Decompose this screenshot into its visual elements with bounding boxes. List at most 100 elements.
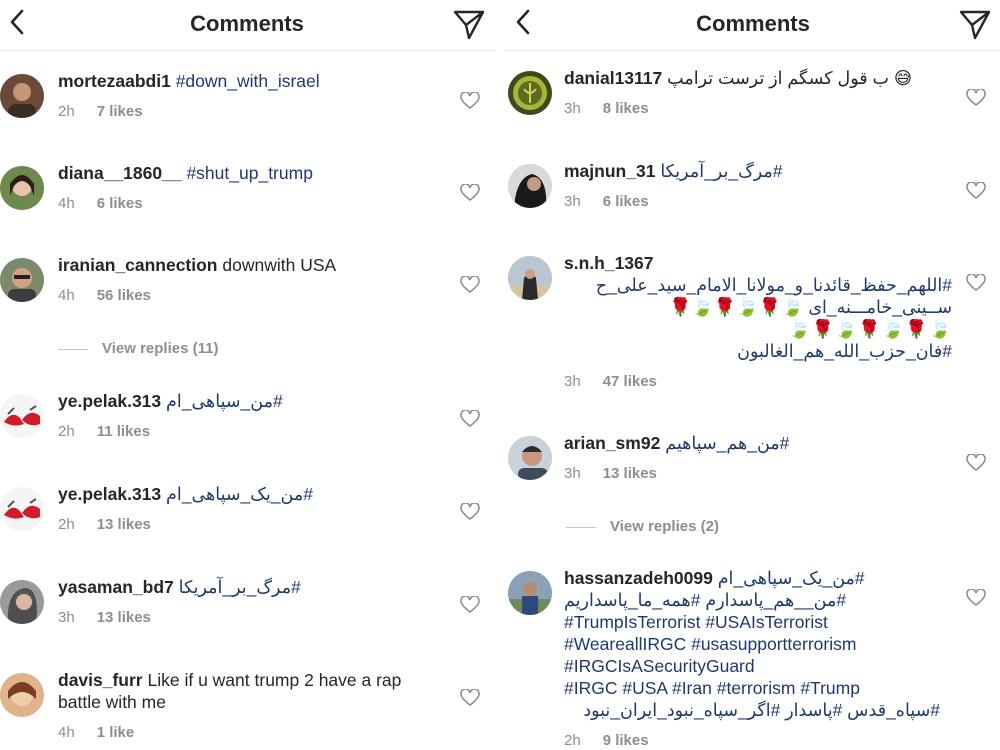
heart-icon[interactable] — [460, 92, 480, 110]
comment-meta: 3h 8 likes — [564, 98, 940, 120]
comment-body: ye.pelak.313 #من_سپاهی_ام 2h 11 likes — [58, 390, 434, 443]
heart-icon[interactable] — [460, 184, 480, 202]
comment-body: ye.pelak.313 #من_یک_سپاهی_ام 2h 13 likes — [58, 483, 434, 536]
comment-time: 3h — [564, 465, 581, 482]
comments-panel-left: Comments mortezaabdi1 #down_with_israel … — [0, 0, 494, 750]
avatar[interactable] — [508, 164, 552, 208]
heart-icon[interactable] — [460, 410, 480, 428]
comment-text-line[interactable]: #IRGC #USA #Iran #terrorism #Trump — [564, 677, 940, 699]
comment-text[interactable]: #من_یک_سپاهی_ام — [166, 484, 313, 504]
comment-time: 4h — [58, 724, 75, 741]
heart-icon[interactable] — [460, 596, 480, 614]
comment-username[interactable]: davis_furr — [58, 670, 143, 690]
comment-likes[interactable]: 6 likes — [97, 195, 143, 212]
comment-body: yasaman_bd7 #مرگ_بر_آمریکا 3h 13 likes — [58, 576, 434, 629]
comment-likes[interactable]: 8 likes — [603, 100, 649, 117]
comment-text: downwith USA — [222, 255, 337, 275]
comment-likes[interactable]: 13 likes — [97, 516, 151, 533]
avatar[interactable] — [508, 436, 552, 480]
heart-icon[interactable] — [460, 689, 480, 707]
comment-meta: 3h 6 likes — [564, 191, 940, 213]
comment-text[interactable]: #shut_up_trump — [186, 163, 312, 183]
heart-icon[interactable] — [966, 274, 986, 292]
comment-time: 4h — [58, 195, 75, 212]
avatar[interactable] — [0, 394, 44, 438]
heart-icon[interactable] — [966, 182, 986, 200]
view-replies-button[interactable]: View replies (11) — [58, 340, 218, 357]
comment-username[interactable]: hassanzadeh0099 — [564, 568, 713, 588]
comment-likes[interactable]: 9 likes — [603, 732, 649, 749]
comment-body: davis_furr Like if u want trump 2 have a… — [58, 669, 434, 744]
comment-likes[interactable]: 13 likes — [603, 465, 657, 482]
comment-text-line[interactable]: #فان_حزب_الله_هم_الغالبون — [564, 340, 952, 362]
comment-text[interactable]: #مرگ_بر_آمریکا — [179, 577, 301, 597]
comment-username[interactable]: ye.pelak.313 — [58, 391, 161, 411]
comment-likes[interactable]: 56 likes — [97, 287, 151, 304]
comment-text-line[interactable]: #WeareallIRGC #usasupportterrorism — [564, 633, 940, 655]
comment-username[interactable]: yasaman_bd7 — [58, 577, 174, 597]
comment-body: diana__1860__ #shut_up_trump 4h 6 likes — [58, 162, 434, 215]
avatar[interactable] — [508, 571, 552, 615]
comment-text[interactable]: #من_هم_سپاهیم — [665, 433, 789, 453]
page-title: Comments — [190, 11, 304, 36]
comment-body: s.n.h_1367 #اللهم_حفظ_قائدنا_و_مولانا_ال… — [564, 252, 952, 393]
comment-text-line[interactable]: #اللهم_حفظ_قائدنا_و_مولانا_الامام_سید_عل… — [564, 274, 952, 296]
comment-text-line[interactable]: #سپاه_قدس #پاسدار #اگر_سپاه_نبود_ایران_ن… — [564, 699, 940, 721]
avatar[interactable] — [508, 71, 552, 115]
comment-time: 2h — [58, 103, 75, 120]
heart-icon[interactable] — [966, 589, 986, 607]
comment-username[interactable]: majnun_31 — [564, 161, 655, 181]
comment-text-line[interactable]: #من__هم_پاسدارم #همه_ما_پاسداریم — [564, 589, 940, 611]
comment-meta: 4h 56 likes — [58, 285, 434, 307]
emoji: 😅 — [893, 68, 913, 88]
rose-emoji-row: 🍃🌹🍃🌹🍃🌹🍃 — [788, 319, 952, 339]
heart-icon[interactable] — [966, 89, 986, 107]
comment-username[interactable]: danial13117 — [564, 68, 662, 88]
comment-meta: 2h 7 likes — [58, 101, 434, 123]
comment-likes[interactable]: 47 likes — [603, 373, 657, 390]
comment-username[interactable]: diana__1860__ — [58, 163, 182, 183]
heart-icon[interactable] — [966, 454, 986, 472]
comment-likes[interactable]: 11 likes — [97, 423, 150, 440]
comment-text[interactable]: #من_یک_سپاهی_ام — [718, 568, 865, 588]
avatar[interactable] — [0, 74, 44, 118]
avatar[interactable] — [0, 487, 44, 531]
comment-time: 4h — [58, 287, 75, 304]
view-replies-button[interactable]: View replies (2) — [566, 518, 719, 535]
comment-likes[interactable]: 7 likes — [97, 103, 143, 120]
comment-text-line[interactable]: ســینی_خامـــنه_ای — [808, 297, 952, 317]
comment-meta: 4h 1 like — [58, 722, 434, 744]
page-title: Comments — [696, 11, 810, 36]
heart-icon[interactable] — [460, 503, 480, 521]
avatar[interactable] — [508, 256, 552, 300]
comment-username[interactable]: arian_sm92 — [564, 433, 660, 453]
avatar[interactable] — [0, 258, 44, 302]
comment-text[interactable]: #مرگ_بر_آمریکا — [660, 161, 782, 181]
comment-text-line[interactable]: #IRGCIsASecurityGuard — [564, 655, 940, 677]
comment-time: 2h — [58, 516, 75, 533]
comments-header: Comments — [0, 0, 494, 51]
avatar[interactable] — [0, 580, 44, 624]
comments-panel-right: Comments danial13117 ب قول کسگم از ترست … — [506, 0, 1000, 750]
comment-username[interactable]: ye.pelak.313 — [58, 484, 161, 504]
paper-plane-icon[interactable] — [452, 8, 486, 42]
avatar[interactable] — [0, 673, 44, 717]
comment-text[interactable]: #من_سپاهی_ام — [166, 391, 283, 411]
comment-likes[interactable]: 1 like — [97, 724, 135, 741]
paper-plane-icon[interactable] — [958, 8, 992, 42]
comment-username[interactable]: mortezaabdi1 — [58, 71, 171, 91]
heart-icon[interactable] — [460, 276, 480, 294]
comment-time: 3h — [564, 100, 581, 117]
comment-body: danial13117 ب قول کسگم از ترست ترامپ 😅 3… — [564, 67, 940, 120]
comment-time: 3h — [564, 193, 581, 210]
comment-meta: 2h 11 likes — [58, 421, 434, 443]
comment-username[interactable]: s.n.h_1367 — [564, 253, 654, 273]
comment-likes[interactable]: 6 likes — [603, 193, 649, 210]
comment-body: hassanzadeh0099 #من_یک_سپاهی_ام #من__هم_… — [564, 567, 940, 750]
comment-text[interactable]: #down_with_israel — [176, 71, 320, 91]
comment-text-line[interactable]: #TrumpIsTerrorist #USAIsTerrorist — [564, 611, 940, 633]
comment-likes[interactable]: 13 likes — [97, 609, 151, 626]
avatar[interactable] — [0, 166, 44, 210]
comments-header: Comments — [506, 0, 1000, 51]
comment-username[interactable]: iranian_cannection — [58, 255, 218, 275]
